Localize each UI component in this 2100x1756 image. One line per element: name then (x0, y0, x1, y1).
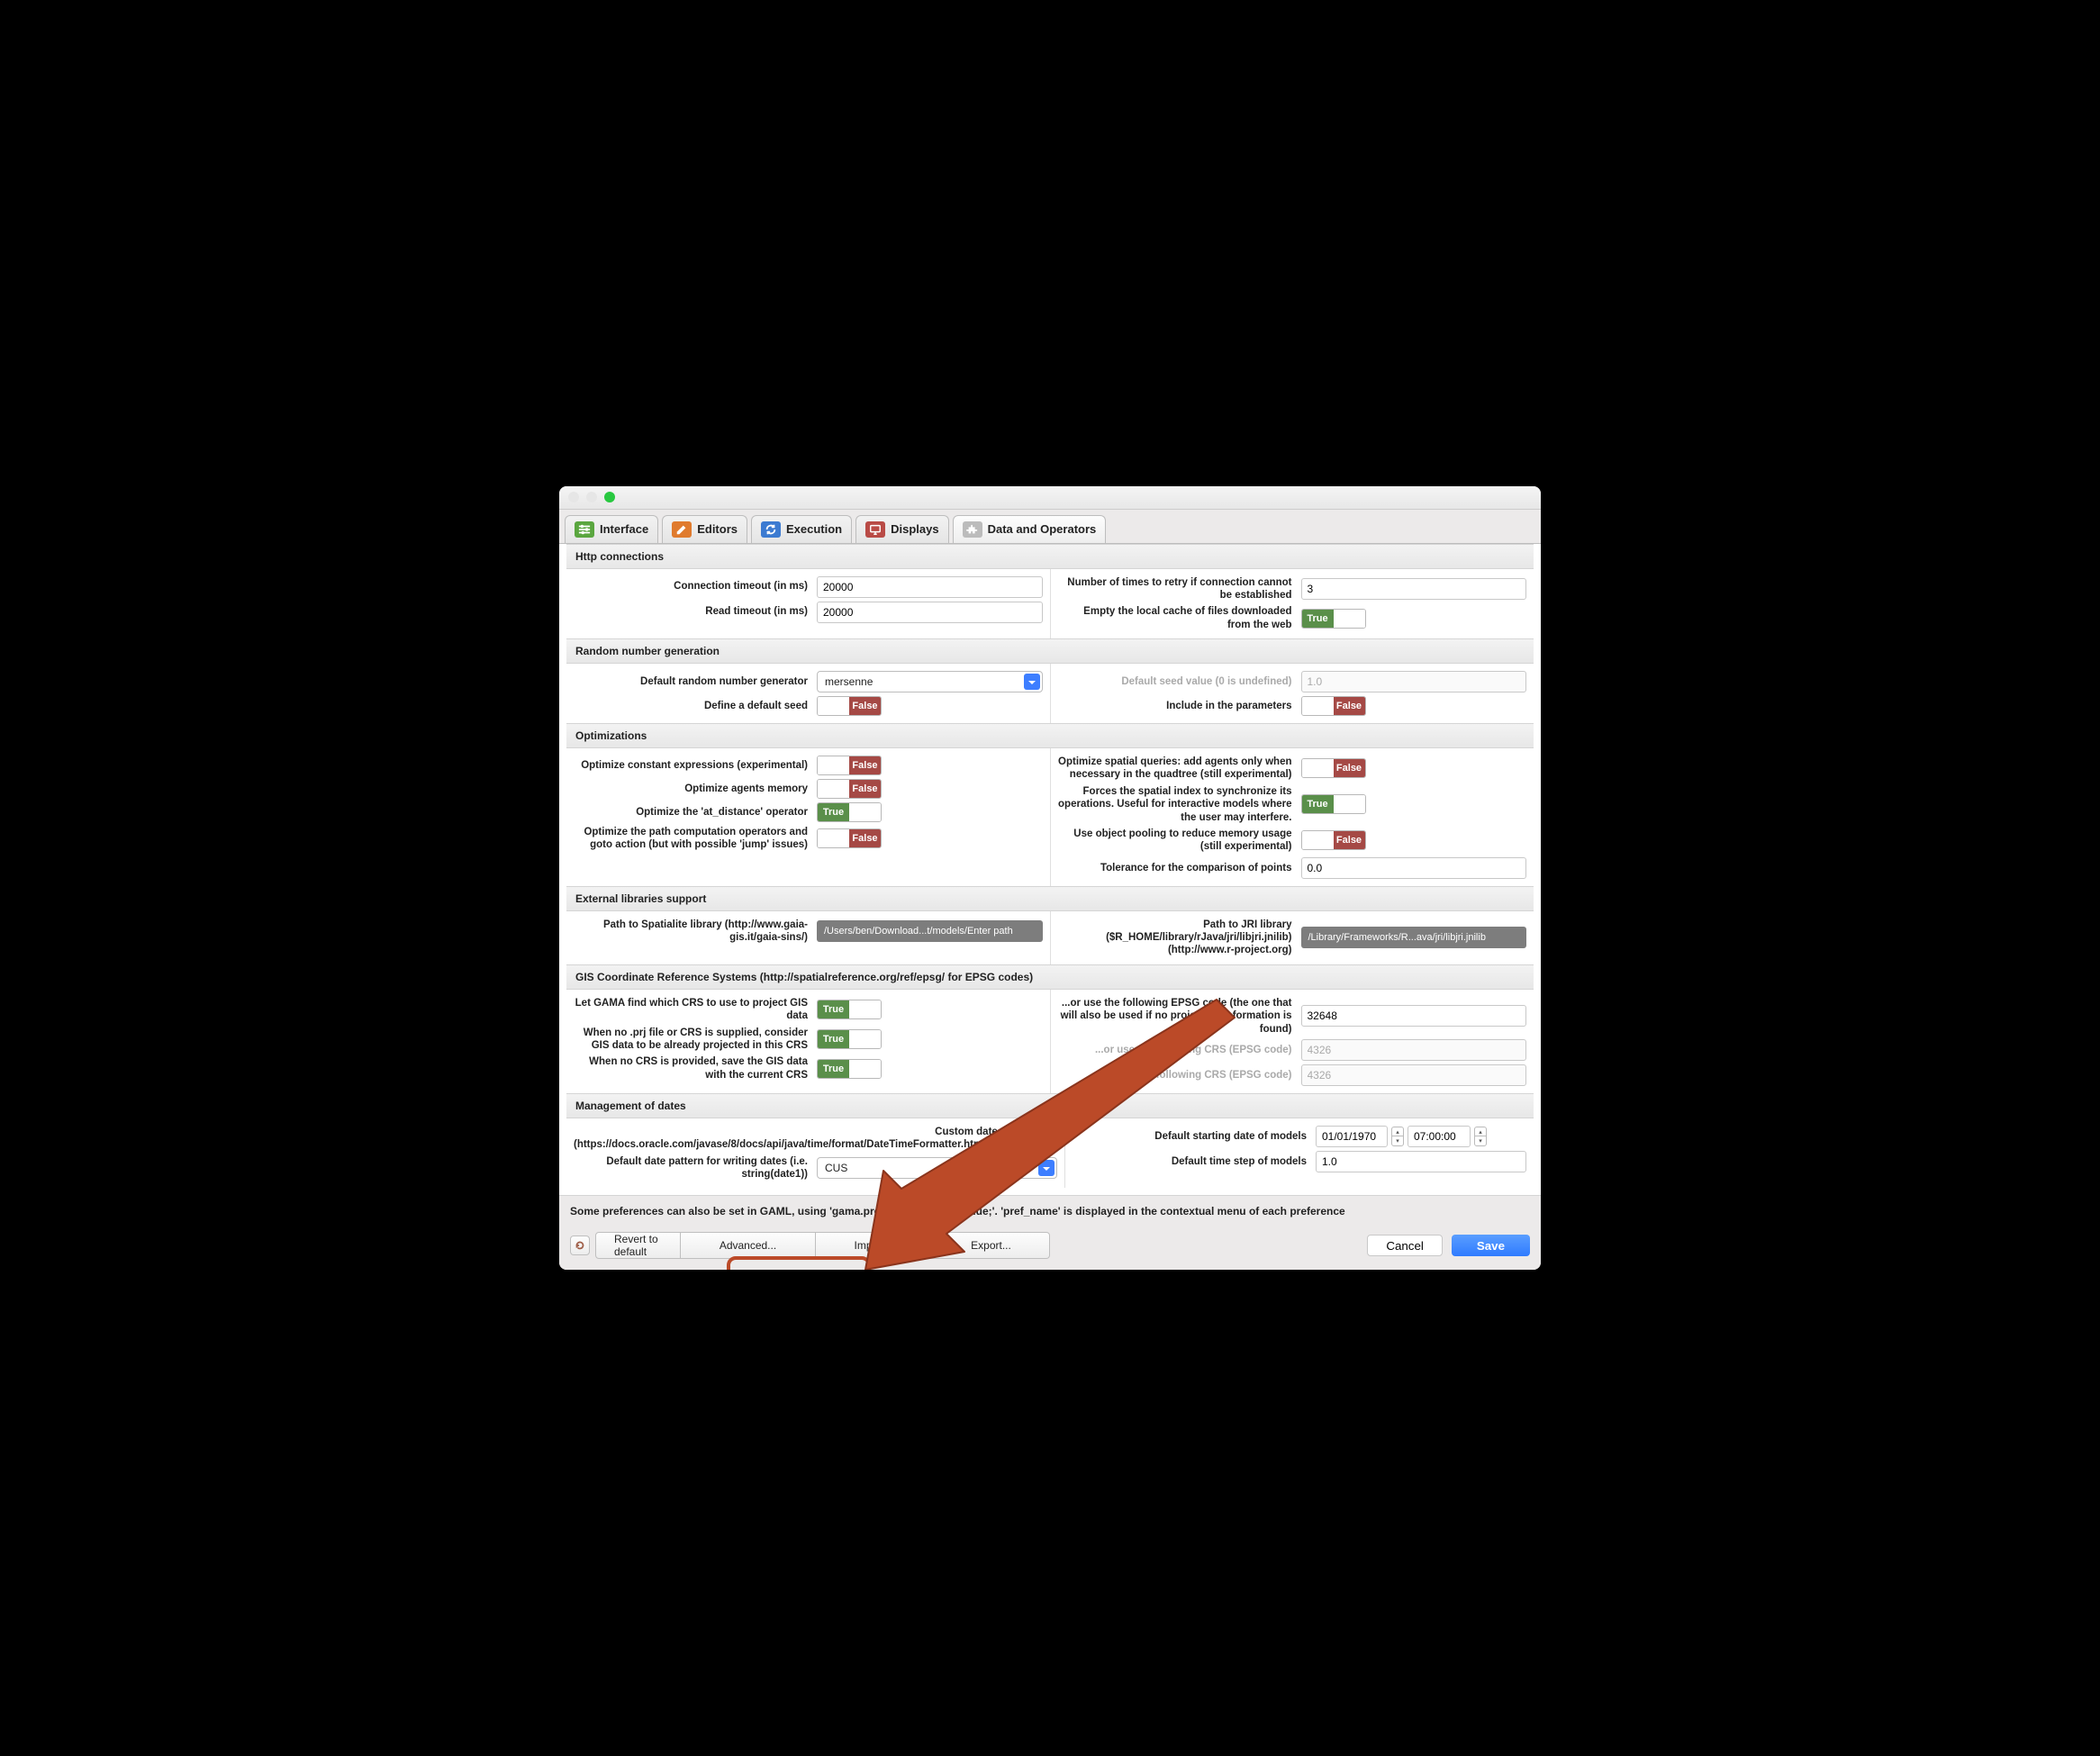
empty-cache-label: Empty the local cache of files downloade… (1058, 605, 1301, 631)
tab-execution-label: Execution (786, 522, 842, 536)
custom-date-input[interactable] (1045, 1127, 1057, 1149)
import-button[interactable]: Import... (816, 1232, 933, 1259)
rng-gen-label: Default random number generator (574, 675, 817, 688)
spatialite-path[interactable]: /Users/ben/Download...t/models/Enter pat… (817, 920, 1043, 942)
opt-path-label: Optimize the path computation operators … (574, 826, 817, 852)
seed-val-input (1301, 671, 1527, 692)
opt-mem-label: Optimize agents memory (574, 783, 817, 795)
close-window-icon[interactable] (568, 492, 579, 502)
jri-label: Path to JRI library ($R_HOME/library/rJa… (1058, 919, 1301, 957)
tab-editors[interactable]: Editors (662, 515, 747, 543)
section-http: Http connections (566, 544, 1534, 569)
gis-auto-label: Let GAMA find which CRS to use to projec… (574, 997, 817, 1023)
opt-path-toggle[interactable]: False (817, 828, 882, 848)
section-opt: Optimizations (566, 723, 1534, 748)
read-timeout-label: Read timeout (in ms) (574, 605, 817, 618)
tab-data-operators[interactable]: Data and Operators (953, 515, 1107, 543)
tab-interface[interactable]: Interface (565, 515, 658, 543)
tab-data-operators-label: Data and Operators (988, 522, 1097, 536)
seed-val-label: Default seed value (0 is undefined) (1058, 675, 1301, 688)
gis-epsg-input[interactable] (1301, 1005, 1527, 1027)
gis-crs2-label: ...or use the following CRS (EPSG code) (1058, 1044, 1301, 1056)
include-params-toggle[interactable]: False (1301, 696, 1366, 716)
opt-sync-label: Forces the spatial index to synchronize … (1058, 785, 1301, 824)
opt-mem-toggle[interactable]: False (817, 779, 882, 799)
export-button[interactable]: Export... (933, 1232, 1050, 1259)
gis-crs3-input (1301, 1064, 1527, 1086)
gis-save-toggle[interactable]: True (817, 1059, 882, 1079)
footer-buttons: Revert to default Advanced... Import... … (559, 1226, 1541, 1270)
opt-const-toggle[interactable]: False (817, 756, 882, 775)
opt-atdist-label: Optimize the 'at_distance' operator (574, 806, 817, 819)
titlebar (559, 486, 1541, 510)
sliders-icon (575, 521, 594, 538)
advanced-button[interactable]: Advanced... (681, 1232, 816, 1259)
opt-tol-label: Tolerance for the comparison of points (1058, 862, 1301, 874)
zoom-window-icon[interactable] (604, 492, 615, 502)
define-seed-label: Define a default seed (574, 700, 817, 712)
spatialite-label: Path to Spatialite library (http://www.g… (574, 919, 817, 945)
time-stepper[interactable]: ▴▾ (1474, 1127, 1487, 1146)
conn-timeout-label: Connection timeout (in ms) (574, 580, 817, 593)
content-area: Http connections Connection timeout (in … (559, 544, 1541, 1196)
step-input[interactable] (1316, 1151, 1526, 1172)
gis-crs2-input (1301, 1039, 1527, 1061)
gis-noprj-label: When no .prj file or CRS is supplied, co… (574, 1027, 817, 1053)
tab-displays[interactable]: Displays (855, 515, 948, 543)
tab-execution[interactable]: Execution (751, 515, 852, 543)
revert-icon[interactable] (570, 1236, 590, 1255)
opt-sync-toggle[interactable]: True (1301, 794, 1366, 814)
refresh-icon (761, 521, 781, 538)
cancel-button[interactable]: Cancel (1367, 1235, 1443, 1256)
monitor-icon (865, 521, 885, 538)
conn-timeout-input[interactable] (817, 576, 1043, 598)
footer-note: Some preferences can also be set in GAML… (559, 1195, 1541, 1226)
save-button[interactable]: Save (1452, 1235, 1530, 1256)
section-dates: Management of dates (566, 1093, 1534, 1118)
step-label: Default time step of models (1073, 1155, 1316, 1168)
section-rng: Random number generation (566, 638, 1534, 664)
jri-path[interactable]: /Library/Frameworks/R...ava/jri/libjri.j… (1301, 927, 1527, 948)
tab-displays-label: Displays (891, 522, 938, 536)
default-pat-label: Default date pattern for writing dates (… (574, 1155, 817, 1181)
opt-atdist-toggle[interactable]: True (817, 802, 882, 822)
opt-const-label: Optimize constant expressions (experimen… (574, 759, 817, 772)
retry-label: Number of times to retry if connection c… (1058, 576, 1301, 602)
opt-pool-label: Use object pooling to reduce memory usag… (1058, 828, 1301, 854)
pencil-icon (672, 521, 692, 538)
tab-editors-label: Editors (697, 522, 738, 536)
gis-save-label: When no CRS is provided, save the GIS da… (574, 1055, 817, 1082)
preferences-window: Interface Editors Execution Displays Dat… (559, 486, 1541, 1271)
include-params-label: Include in the parameters (1058, 700, 1301, 712)
gis-noprj-toggle[interactable]: True (817, 1029, 882, 1049)
gis-crs3-label: ... or use this following CRS (EPSG code… (1058, 1069, 1301, 1082)
tab-interface-label: Interface (600, 522, 648, 536)
section-gis: GIS Coordinate Reference Systems (http:/… (566, 964, 1534, 990)
opt-pool-toggle[interactable]: False (1301, 830, 1366, 850)
revert-button[interactable]: Revert to default (595, 1232, 681, 1259)
gis-epsg-label: ...or use the following EPSG code (the o… (1058, 997, 1301, 1036)
minimize-window-icon[interactable] (586, 492, 597, 502)
date-stepper[interactable]: ▴▾ (1391, 1127, 1404, 1146)
section-ext: External libraries support (566, 886, 1534, 911)
start-date-label: Default starting date of models (1073, 1130, 1316, 1143)
opt-spatial-label: Optimize spatial queries: add agents onl… (1058, 756, 1301, 782)
opt-tol-input[interactable] (1301, 857, 1527, 879)
read-timeout-input[interactable] (817, 602, 1043, 623)
puzzle-icon (963, 521, 982, 538)
empty-cache-toggle[interactable]: True (1301, 609, 1366, 629)
start-time-input[interactable] (1408, 1126, 1471, 1147)
tab-bar: Interface Editors Execution Displays Dat… (559, 510, 1541, 544)
default-pat-select[interactable]: CUS (817, 1157, 1057, 1179)
retry-input[interactable] (1301, 578, 1527, 600)
define-seed-toggle[interactable]: False (817, 696, 882, 716)
rng-gen-select[interactable]: mersenne (817, 671, 1043, 692)
gis-auto-toggle[interactable]: True (817, 1000, 882, 1019)
custom-date-label: Custom date pattern (https://docs.oracle… (574, 1126, 1045, 1152)
opt-spatial-toggle[interactable]: False (1301, 758, 1366, 778)
start-date-input[interactable] (1316, 1126, 1388, 1147)
